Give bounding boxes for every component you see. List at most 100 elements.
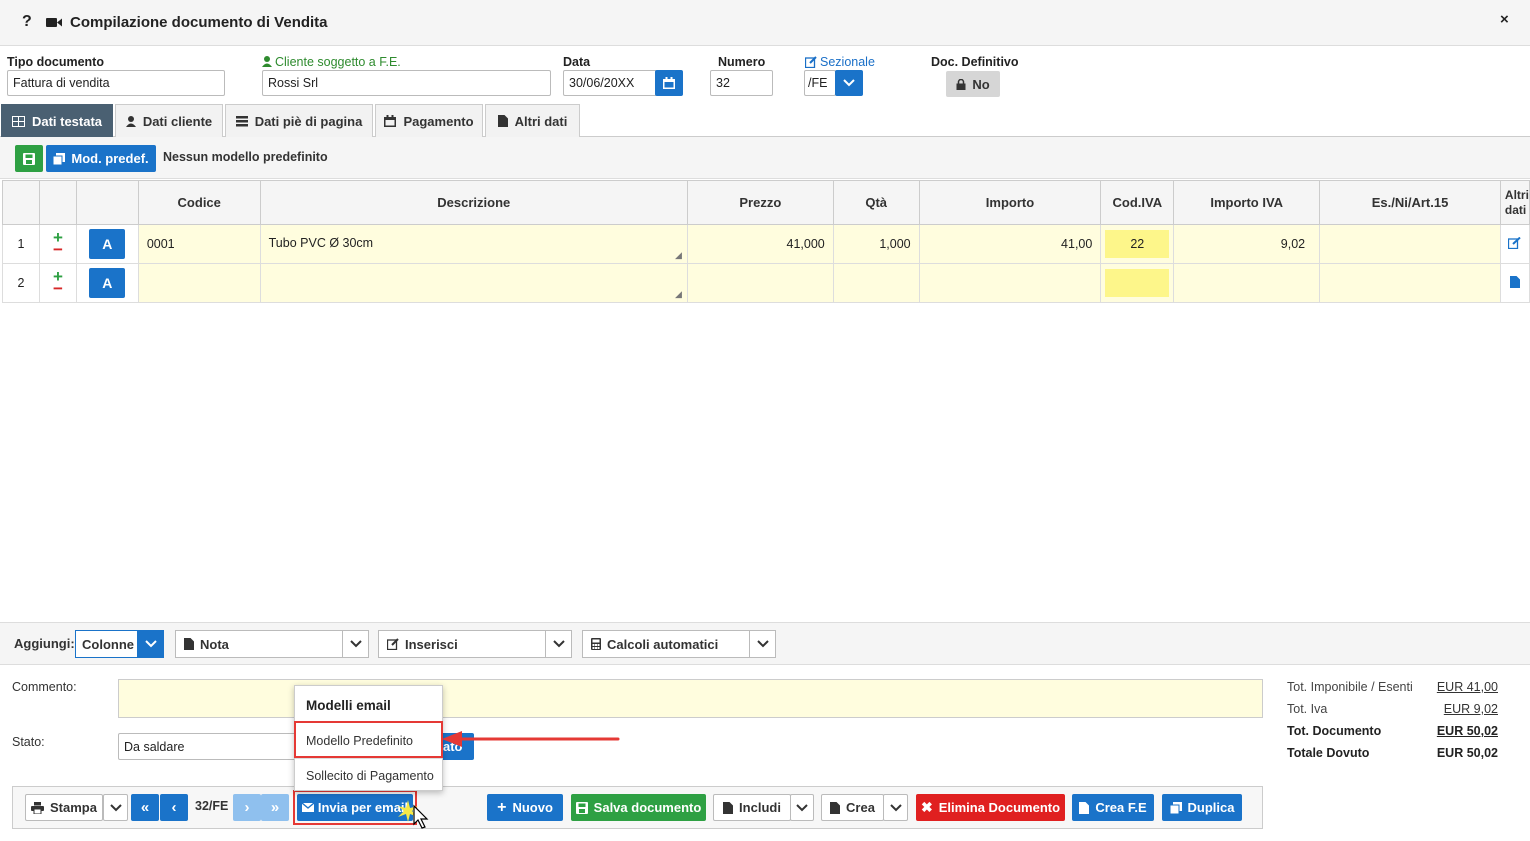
file-icon[interactable] (1509, 275, 1520, 288)
callout-arrow-icon (442, 731, 620, 747)
column-header-prezzo[interactable]: Prezzo (686, 180, 834, 225)
stampa-button[interactable]: Stampa (25, 794, 103, 821)
includi-label: Includi (739, 800, 781, 815)
column-header-importo-iva[interactable]: Importo IVA (1173, 180, 1321, 225)
save-icon (23, 152, 35, 165)
tot-iva-label: Tot. Iva (1287, 702, 1328, 716)
elimina-documento-button[interactable]: ✖ Elimina Documento (916, 794, 1065, 821)
tab-dati-cliente[interactable]: Dati cliente (115, 104, 223, 137)
mod-predef-button[interactable]: Mod. predef. (46, 145, 156, 172)
importo-iva-cell[interactable]: 9,02 (1173, 224, 1321, 264)
stampa-dropdown-button[interactable] (103, 794, 128, 821)
crea-fe-button[interactable]: Crea F.E (1072, 794, 1154, 821)
codice-cell[interactable] (137, 263, 261, 303)
sezionale-field[interactable]: /FE (804, 70, 836, 96)
next-record-button[interactable]: › (233, 794, 261, 821)
first-record-button[interactable]: « (131, 794, 159, 821)
cod-iva-value (1105, 269, 1170, 297)
prezzo-cell[interactable]: 41,000 (686, 224, 834, 264)
article-button[interactable]: A (89, 268, 126, 298)
cliente-label[interactable]: Cliente soggetto a F.E. (275, 55, 401, 69)
chevron-down-icon (889, 803, 902, 811)
totale-dovuto-value: EUR 50,02 (1436, 746, 1498, 760)
cod-iva-cell[interactable]: 22 (1100, 224, 1175, 264)
salva-documento-button[interactable]: Salva documento (571, 794, 706, 821)
calendar-icon (663, 77, 675, 89)
commento-field[interactable] (118, 679, 1263, 718)
inserisci-caret[interactable] (545, 631, 571, 657)
includi-button[interactable]: Includi (713, 794, 791, 821)
nota-dropdown[interactable]: Nota (175, 630, 369, 658)
last-record-button[interactable]: » (261, 794, 289, 821)
remove-row-icon[interactable]: − (53, 241, 63, 258)
sezionale-dropdown-button[interactable] (835, 70, 863, 96)
prezzo-cell[interactable] (686, 263, 834, 303)
crea-button[interactable]: Crea (821, 794, 884, 821)
invia-per-email-button[interactable]: Invia per email (297, 794, 413, 821)
cliente-field[interactable]: Rossi Srl (262, 70, 551, 96)
calendar-button[interactable] (655, 70, 683, 96)
es-ni-art15-cell[interactable] (1319, 263, 1501, 303)
tipo-documento-label: Tipo documento (7, 55, 104, 69)
codice-cell[interactable]: 0001 (137, 224, 261, 264)
column-header-cod-iva[interactable]: Cod.IVA (1100, 180, 1175, 225)
article-button[interactable]: A (89, 229, 126, 259)
tab-dati-testata[interactable]: Dati testata (1, 104, 113, 137)
stato-field[interactable]: Da saldare (118, 733, 298, 760)
record-indicator: 32/FE (195, 799, 229, 813)
numero-field[interactable]: 32 (710, 70, 773, 96)
close-icon[interactable]: × (1500, 11, 1509, 28)
crea-dropdown-button[interactable] (883, 794, 908, 821)
mouse-cursor-icon (398, 800, 429, 829)
colonne-caret[interactable] (137, 631, 163, 657)
column-header-importo[interactable]: Importo (918, 180, 1102, 225)
column-header-descrizione[interactable]: Descrizione (259, 180, 688, 225)
descrizione-cell[interactable]: Tubo PVC Ø 30cm ◢ (259, 224, 688, 264)
inserisci-caption: Inserisci (379, 637, 545, 652)
lock-icon (956, 78, 966, 90)
tot-imponibile-value: EUR 41,00 (1436, 680, 1498, 694)
tab-pagamento[interactable]: Pagamento (375, 104, 483, 137)
doc-definitivo-toggle[interactable]: No (946, 71, 1000, 97)
column-header-es-ni-art15[interactable]: Es./Ni/Art.15 (1319, 180, 1501, 225)
save-model-button[interactable] (15, 145, 43, 172)
menu-item-sollecito-pagamento[interactable]: Sollecito di Pagamento (295, 769, 442, 783)
descrizione-cell[interactable]: ◢ (259, 263, 688, 303)
data-field[interactable]: 30/06/20XX (563, 70, 657, 96)
tab-dati-pie-di-pagina[interactable]: Dati piè di pagina (225, 104, 373, 137)
sezionale-label[interactable]: Sezionale (820, 55, 875, 69)
tipo-documento-field[interactable]: Fattura di vendita (7, 70, 225, 96)
help-icon[interactable]: ? (22, 13, 32, 31)
column-header-qta[interactable]: Qtà (832, 180, 920, 225)
importo-iva-cell[interactable] (1173, 263, 1321, 303)
qta-cell[interactable] (832, 263, 920, 303)
prev-record-button[interactable]: ‹ (160, 794, 188, 821)
x-icon: ✖ (920, 799, 933, 815)
cod-iva-cell[interactable] (1100, 263, 1175, 303)
resize-handle-icon[interactable]: ◢ (675, 250, 682, 261)
file-icon (830, 801, 841, 814)
nota-caret[interactable] (342, 631, 368, 657)
calcoli-dropdown[interactable]: Calcoli automatici (582, 630, 776, 658)
edit-icon[interactable] (1508, 236, 1522, 249)
colonne-dropdown[interactable]: Colonne (75, 630, 164, 658)
inserisci-dropdown[interactable]: Inserisci (378, 630, 572, 658)
remove-row-icon[interactable]: − (53, 280, 63, 297)
calcoli-caret[interactable] (749, 631, 775, 657)
column-header-codice[interactable]: Codice (137, 180, 261, 225)
includi-dropdown-button[interactable] (790, 794, 814, 821)
tab-altri-dati[interactable]: Altri dati (485, 104, 580, 137)
resize-handle-icon[interactable]: ◢ (675, 289, 682, 300)
action-cell: A (75, 263, 139, 303)
descrizione-text: Tubo PVC Ø 30cm (268, 236, 374, 250)
column-header-altri-dati[interactable]: Altri dati (1499, 180, 1530, 225)
es-ni-art15-cell[interactable] (1319, 224, 1501, 264)
importo-cell[interactable] (918, 263, 1102, 303)
duplica-button[interactable]: Duplica (1162, 794, 1242, 821)
qta-cell[interactable]: 1,000 (832, 224, 920, 264)
menu-item-modello-predefinito[interactable]: Modello Predefinito (295, 734, 442, 748)
importo-cell[interactable]: 41,00 (918, 224, 1102, 264)
chevron-down-icon (843, 79, 855, 87)
nuovo-button[interactable]: + Nuovo (487, 794, 563, 821)
salva-documento-label: Salva documento (593, 800, 702, 815)
